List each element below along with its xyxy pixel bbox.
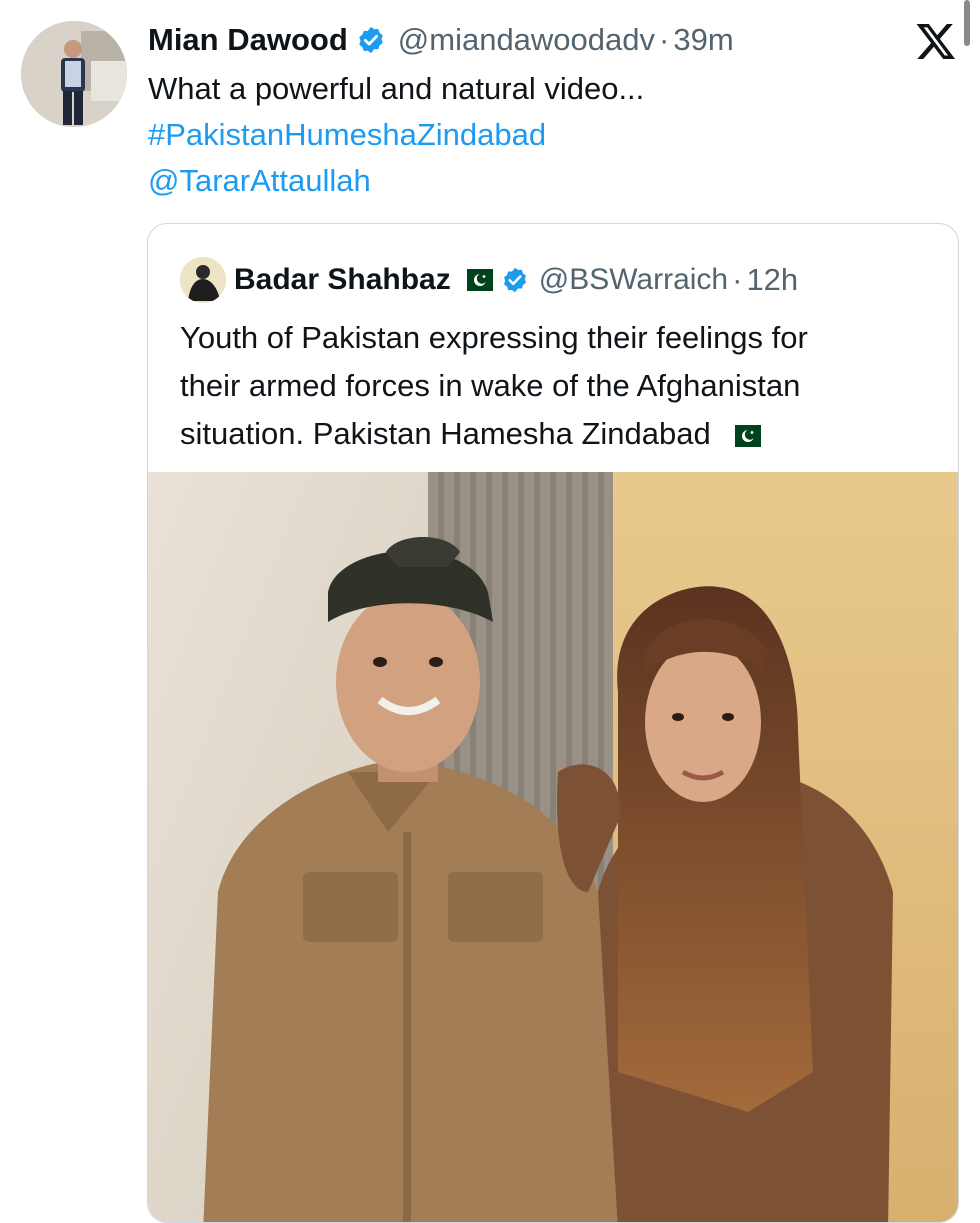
- verified-badge-icon: [359, 26, 383, 54]
- hashtag-link[interactable]: #PakistanHumeshaZindabad: [148, 112, 948, 158]
- meta-separator: ·: [659, 22, 670, 57]
- verified-badge-icon: [503, 267, 526, 293]
- quoted-tweet-video[interactable]: [148, 472, 958, 1222]
- scrollbar[interactable]: [964, 0, 970, 46]
- quoted-tweet-text: Youth of Pakistan expressing their feeli…: [180, 314, 940, 458]
- author-handle[interactable]: @miandawoodadv: [398, 22, 655, 58]
- quoted-text-line: Youth of Pakistan expressing their feeli…: [180, 320, 808, 355]
- meta-separator: ·: [732, 262, 743, 297]
- author-avatar[interactable]: [21, 21, 127, 127]
- quoted-text-line-end: situation. Pakistan Hamesha Zindabad: [180, 416, 711, 451]
- quoted-author-name[interactable]: Badar Shahbaz: [234, 263, 451, 297]
- tweet-timestamp[interactable]: 39m: [673, 22, 733, 58]
- author-avatar-image: [21, 21, 127, 127]
- pakistan-flag-icon: [458, 269, 493, 291]
- quoted-author-avatar[interactable]: [180, 257, 226, 303]
- tweet-text: What a powerful and natural video... #Pa…: [148, 66, 948, 204]
- quoted-tweet-card[interactable]: Badar Shahbaz @BSWarraich · 12h Youth of…: [147, 223, 959, 1223]
- quoted-avatar-image: [180, 257, 226, 303]
- pakistan-flag-icon: [727, 424, 762, 447]
- quoted-author-handle[interactable]: @BSWarraich: [539, 263, 728, 297]
- mention-link[interactable]: @TararAttaullah: [148, 158, 948, 204]
- author-name[interactable]: Mian Dawood: [148, 22, 348, 58]
- quoted-timestamp[interactable]: 12h: [746, 262, 798, 298]
- quoted-text-line: their armed forces in wake of the Afghan…: [180, 368, 801, 403]
- tweet-author-row: Mian Dawood @miandawoodadv · 39m: [148, 18, 734, 62]
- quoted-text-line: situation. Pakistan Hamesha Zindabad: [180, 410, 940, 458]
- tweet-text-line: What a powerful and natural video...: [148, 71, 645, 106]
- x-logo-icon: [916, 24, 956, 60]
- quoted-author-row: Badar Shahbaz @BSWarraich · 12h: [234, 257, 798, 303]
- video-frame-image: [148, 472, 958, 1222]
